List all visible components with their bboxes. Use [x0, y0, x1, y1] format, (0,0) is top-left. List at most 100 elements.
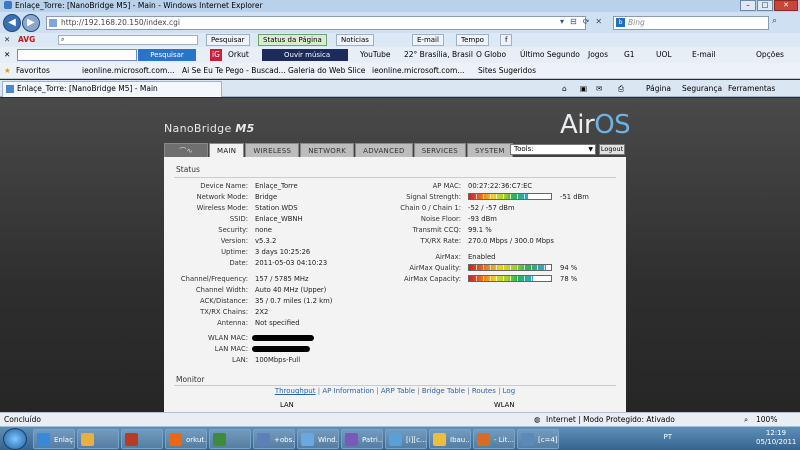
- ubnt-logo-tab[interactable]: ⌒∿: [164, 143, 208, 157]
- language-indicator[interactable]: PT: [664, 433, 673, 441]
- logout-button[interactable]: Logout: [599, 144, 625, 155]
- close-toolbar-icon[interactable]: ✕: [4, 33, 10, 47]
- lan-column-header: LAN: [280, 401, 294, 409]
- search-go-icon[interactable]: ⌕: [772, 16, 788, 30]
- taskbar-item[interactable]: Wind...: [297, 429, 339, 449]
- app-icon: [345, 433, 358, 446]
- status-value: 35 / 0.7 miles (1.2 km): [255, 297, 333, 305]
- youtube-link[interactable]: YouTube: [360, 47, 391, 63]
- dropdown-arrow-icon[interactable]: ▾: [560, 17, 564, 26]
- redacted-value: [252, 346, 310, 352]
- taskbar-item[interactable]: - Lit...: [473, 429, 515, 449]
- email-link[interactable]: E-mail: [692, 47, 716, 63]
- back-button[interactable]: ◀: [3, 14, 21, 32]
- status-row: Wireless Mode: Station WDS: [164, 203, 394, 213]
- monitor-link[interactable]: AP Information: [322, 387, 374, 395]
- ultimo-segundo-link[interactable]: Último Segundo: [520, 47, 580, 63]
- uol-link[interactable]: UOL: [656, 47, 672, 63]
- monitor-link[interactable]: Routes: [472, 387, 496, 395]
- taskbar-item[interactable]: [121, 429, 163, 449]
- avg-logo[interactable]: AVG: [18, 34, 35, 46]
- status-value: 2011-05-03 04:10:23: [255, 259, 328, 267]
- link-separator: |: [374, 387, 381, 395]
- close-window-button[interactable]: ✕: [774, 0, 798, 11]
- close-toolbar-icon[interactable]: ✕: [4, 47, 10, 63]
- app-icon: [125, 433, 138, 446]
- print-icon[interactable]: ⎙: [618, 80, 624, 97]
- orkut-link[interactable]: Orkut: [228, 47, 249, 63]
- music-player[interactable]: Ouvir música: [262, 49, 348, 61]
- weather-link[interactable]: 22° Brasília, Brasil: [404, 47, 473, 63]
- chain-row: Chain 0 / Chain 1: -52 / -57 dBm: [400, 204, 515, 212]
- app-icon: [433, 433, 446, 446]
- clock[interactable]: 12:19 05/10/2011: [756, 429, 796, 447]
- mail-icon[interactable]: ✉: [596, 80, 602, 97]
- monitor-link[interactable]: Bridge Table: [422, 387, 465, 395]
- minimize-button[interactable]: –: [740, 0, 756, 11]
- portal-search-input[interactable]: [17, 49, 137, 61]
- favorite-link[interactable]: Ai Se Eu Te Pego - Buscad...: [182, 63, 286, 79]
- portal-logo-icon[interactable]: iG: [210, 49, 222, 61]
- pagina-menu[interactable]: Página: [646, 80, 671, 97]
- tab-main[interactable]: MAIN: [209, 143, 245, 157]
- taskbar-item[interactable]: Enlaç...: [33, 429, 75, 449]
- tempo-button[interactable]: Tempo: [456, 34, 489, 46]
- avg-search-input[interactable]: ⌕: [58, 35, 198, 45]
- favorite-link[interactable]: ieonline.microsoft.com...: [372, 63, 464, 79]
- link-separator: |: [415, 387, 422, 395]
- forward-button[interactable]: ▶: [22, 14, 40, 32]
- taskbar-item[interactable]: [i][c...: [385, 429, 427, 449]
- tab-system[interactable]: SYSTEM: [467, 143, 513, 157]
- taskbar-item[interactable]: orkut...: [165, 429, 207, 449]
- jogos-link[interactable]: Jogos: [588, 47, 608, 63]
- stop-icon[interactable]: ✕: [595, 17, 602, 26]
- browser-tab[interactable]: Enlaçe_Torre: [NanoBridge M5] - Main: [2, 81, 222, 97]
- security-zone[interactable]: Internet | Modo Protegido: Ativado: [546, 413, 675, 426]
- favorites-star-icon[interactable]: ★: [4, 63, 11, 79]
- favorite-link[interactable]: ieonline.microsoft.com...: [82, 63, 174, 79]
- noticias-button[interactable]: Notícias: [336, 34, 374, 46]
- g1-link[interactable]: G1: [624, 47, 635, 63]
- address-bar[interactable]: http://192.168.20.150/index.cgi: [46, 16, 586, 30]
- home-icon[interactable]: ⌂: [562, 80, 567, 97]
- taskbar-item[interactable]: +obs...: [253, 429, 295, 449]
- taskbar-item[interactable]: [209, 429, 251, 449]
- favorite-link[interactable]: Sites Sugeridos: [478, 63, 536, 79]
- opcoes-link[interactable]: Opções: [756, 47, 784, 63]
- tab-network[interactable]: NETWORK: [300, 143, 355, 157]
- ccq-row: Transmit CCQ: 99.1 %: [412, 226, 492, 234]
- app-icon: [389, 433, 402, 446]
- favorites-button[interactable]: Favoritos: [16, 63, 50, 79]
- maximize-button[interactable]: □: [757, 0, 773, 11]
- tools-select[interactable]: Tools: ▼: [510, 144, 596, 155]
- oglobo-link[interactable]: O Globo: [476, 47, 506, 63]
- tab-wireless[interactable]: WIRELESS: [245, 143, 300, 157]
- monitor-link[interactable]: ARP Table: [381, 387, 415, 395]
- taskbar-item[interactable]: [77, 429, 119, 449]
- monitor-link[interactable]: Log: [503, 387, 516, 395]
- pesquisar-button[interactable]: Pesquisar: [206, 34, 250, 46]
- seguranca-menu[interactable]: Segurança: [682, 80, 722, 97]
- status-pagina-button[interactable]: Status da Página: [258, 34, 327, 46]
- email-button[interactable]: E-mail: [412, 34, 444, 46]
- compat-view-icon[interactable]: ⊟: [570, 17, 577, 26]
- search-input[interactable]: b Bing: [613, 16, 769, 30]
- monitor-link[interactable]: Throughput: [275, 387, 316, 395]
- page-icon: [49, 19, 57, 27]
- facebook-icon[interactable]: f: [500, 34, 513, 46]
- portal-search-button[interactable]: Pesquisar: [138, 49, 196, 61]
- refresh-icon[interactable]: ⟳: [583, 17, 590, 26]
- start-button[interactable]: [3, 428, 27, 450]
- taskbar-item[interactable]: [c=4]...: [517, 429, 559, 449]
- lan-mac-row: LAN MAC:: [164, 344, 394, 354]
- taskbar-item[interactable]: Ibau...: [429, 429, 471, 449]
- favorite-link[interactable]: Galeria do Web Slice: [288, 63, 365, 79]
- tab-advanced[interactable]: ADVANCED: [355, 143, 413, 157]
- ferramentas-menu[interactable]: Ferramentas: [728, 80, 775, 97]
- taskbar-item[interactable]: Patri...: [341, 429, 383, 449]
- feeds-icon[interactable]: ▣: [580, 80, 587, 97]
- tab-services[interactable]: SERVICES: [413, 143, 467, 157]
- zoom-level[interactable]: 100%: [756, 413, 777, 426]
- status-panel: Status Device Name: Enlaçe_Torre Network M…: [164, 157, 626, 412]
- monitor-links: Throughput | AP Information | ARP Table …: [164, 387, 626, 395]
